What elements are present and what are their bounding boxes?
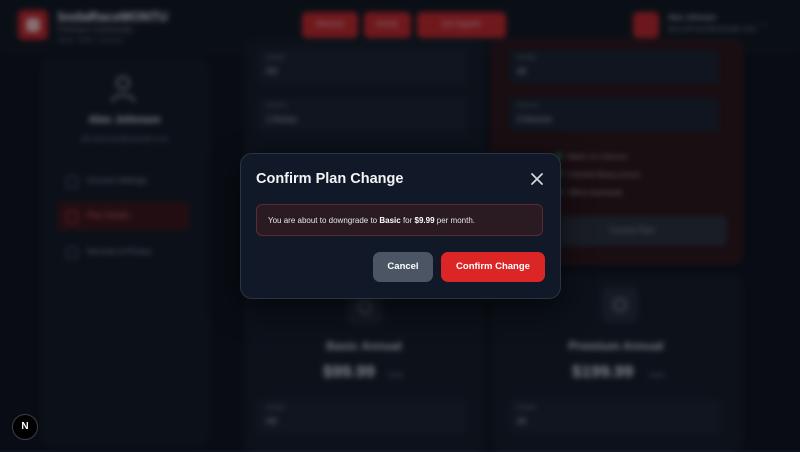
- notice-plan-name: Basic: [379, 216, 401, 225]
- modal-title: Confirm Plan Change: [256, 171, 404, 187]
- downgrade-notice: You are about to downgrade to Basic for …: [256, 204, 543, 236]
- cancel-button[interactable]: Cancel: [373, 252, 433, 282]
- notice-price: $9.99: [414, 216, 435, 225]
- notice-suffix: per month.: [434, 216, 475, 225]
- confirm-plan-change-dialog: Confirm Plan Change You are about to dow…: [240, 153, 561, 299]
- close-icon[interactable]: [526, 168, 548, 190]
- confirm-change-button[interactable]: Confirm Change: [441, 252, 545, 282]
- notice-text: You are about to downgrade to Basic for …: [268, 216, 475, 225]
- notice-mid: for: [400, 216, 415, 225]
- dev-tools-badge[interactable]: N: [12, 414, 38, 440]
- notice-prefix: You are about to downgrade to: [268, 216, 380, 225]
